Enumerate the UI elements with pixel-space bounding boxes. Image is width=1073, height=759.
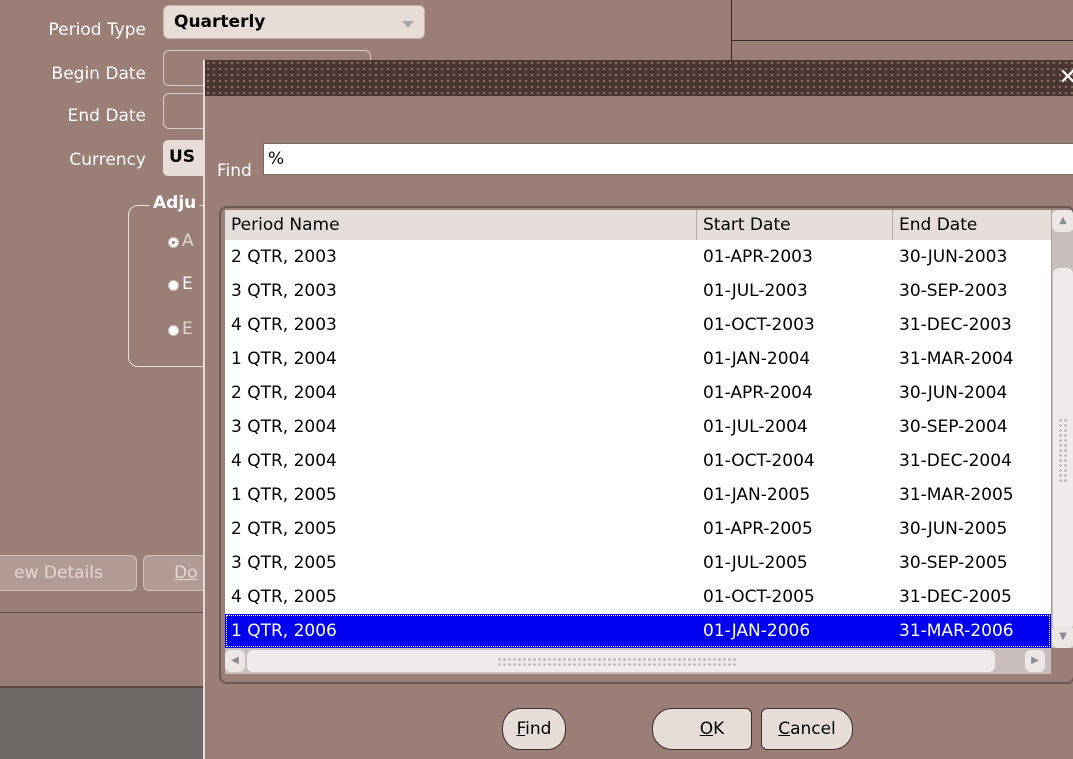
list-row[interactable]: 4 QTR, 2004 01-OCT-2004 31-DEC-2004 bbox=[225, 444, 1051, 478]
row-start-date: 01-OCT-2003 bbox=[703, 315, 815, 335]
row-end-date: 30-SEP-2005 bbox=[899, 553, 1008, 573]
row-period-name: 1 QTR, 2005 bbox=[231, 485, 337, 505]
column-header-end-date[interactable]: End Date bbox=[893, 210, 1051, 240]
begin-date-label: Begin Date bbox=[51, 64, 146, 84]
row-start-date: 01-OCT-2004 bbox=[703, 451, 815, 471]
scroll-down-icon[interactable]: ▼ bbox=[1052, 626, 1073, 648]
period-type-label: Period Type bbox=[48, 20, 146, 40]
list-rows: 2 QTR, 2003 01-APR-2003 30-JUN-2003 3 QTR, … bbox=[225, 240, 1051, 648]
list-row[interactable]: 2 QTR, 2005 01-APR-2005 30-JUN-2005 bbox=[225, 512, 1051, 546]
radio-option-2-label: E bbox=[182, 274, 193, 294]
list-row[interactable]: 4 QTR, 2003 01-OCT-2003 31-DEC-2003 bbox=[225, 308, 1051, 342]
row-start-date: 01-APR-2005 bbox=[703, 519, 813, 539]
row-end-date: 30-SEP-2003 bbox=[899, 281, 1008, 301]
row-end-date: 31-MAR-2005 bbox=[899, 485, 1014, 505]
panel-divider-horizontal bbox=[731, 40, 1073, 41]
dialog-title-bar[interactable]: ✕ bbox=[205, 60, 1073, 96]
list-row[interactable]: 4 QTR, 2005 01-OCT-2005 31-DEC-2005 bbox=[225, 580, 1051, 614]
radio-option-3[interactable] bbox=[168, 325, 179, 336]
radio-option-1[interactable] bbox=[168, 237, 179, 248]
row-start-date: 01-JAN-2006 bbox=[703, 621, 811, 641]
find-label: Find bbox=[217, 161, 252, 181]
row-end-date: 30-JUN-2004 bbox=[899, 383, 1008, 403]
row-start-date: 01-APR-2003 bbox=[703, 247, 813, 267]
radio-option-2[interactable] bbox=[168, 280, 179, 291]
ok-button-label: K bbox=[713, 719, 725, 739]
list-row[interactable]: 3 QTR, 2005 01-JUL-2005 30-SEP-2005 bbox=[225, 546, 1051, 580]
scroll-left-icon[interactable]: ◀ bbox=[225, 650, 245, 672]
row-period-name: 3 QTR, 2005 bbox=[231, 553, 337, 573]
cancel-button[interactable]: Cancel bbox=[761, 708, 853, 750]
dropdown-arrow-icon[interactable] bbox=[402, 21, 414, 28]
list-header: Period Name Start Date End Date bbox=[225, 210, 1051, 240]
results-list: Period Name Start Date End Date 2 QTR, 2… bbox=[219, 206, 1073, 684]
row-end-date: 31-DEC-2003 bbox=[899, 315, 1012, 335]
list-row[interactable]: 1 QTR, 2006 01-JAN-2006 31-MAR-2006 bbox=[225, 614, 1051, 648]
row-start-date: 01-JUL-2005 bbox=[703, 553, 808, 573]
row-end-date: 31-MAR-2006 bbox=[899, 621, 1014, 641]
column-header-period-name[interactable]: Period Name bbox=[225, 210, 697, 240]
scroll-right-icon[interactable]: ▶ bbox=[1025, 650, 1045, 672]
row-end-date: 30-SEP-2004 bbox=[899, 417, 1008, 437]
end-date-label: End Date bbox=[67, 106, 146, 126]
list-row[interactable]: 1 QTR, 2005 01-JAN-2005 31-MAR-2005 bbox=[225, 478, 1051, 512]
horizontal-scrollbar[interactable]: ◀ ▶ bbox=[225, 648, 1051, 674]
form-divider-1 bbox=[0, 612, 210, 613]
list-row[interactable]: 2 QTR, 2004 01-APR-2004 30-JUN-2004 bbox=[225, 376, 1051, 410]
scroll-up-icon[interactable]: ▲ bbox=[1052, 210, 1073, 232]
panel-divider-vertical bbox=[731, 0, 732, 60]
scroll-grip-horizontal bbox=[497, 657, 737, 667]
find-button-label: ind bbox=[525, 719, 552, 739]
row-period-name: 2 QTR, 2005 bbox=[231, 519, 337, 539]
radio-option-3-label: E bbox=[182, 319, 193, 339]
row-period-name: 1 QTR, 2006 bbox=[231, 621, 337, 641]
list-row[interactable]: 1 QTR, 2004 01-JAN-2004 31-MAR-2004 bbox=[225, 342, 1051, 376]
find-button[interactable]: Find bbox=[502, 708, 566, 750]
list-row[interactable]: 2 QTR, 2003 01-APR-2003 30-JUN-2003 bbox=[225, 240, 1051, 274]
row-start-date: 01-JUL-2004 bbox=[703, 417, 808, 437]
row-end-date: 31-DEC-2005 bbox=[899, 587, 1012, 607]
find-input[interactable]: % bbox=[263, 143, 1073, 175]
row-end-date: 30-JUN-2005 bbox=[899, 519, 1008, 539]
row-start-date: 01-JAN-2005 bbox=[703, 485, 811, 505]
cancel-button-label: ancel bbox=[790, 719, 836, 739]
row-start-date: 01-OCT-2005 bbox=[703, 587, 815, 607]
ok-button-mnemonic: O bbox=[699, 719, 714, 739]
row-start-date: 01-APR-2004 bbox=[703, 383, 813, 403]
row-period-name: 2 QTR, 2004 bbox=[231, 383, 337, 403]
period-type-value: Quarterly bbox=[174, 12, 266, 32]
row-period-name: 3 QTR, 2004 bbox=[231, 417, 337, 437]
column-header-start-date[interactable]: Start Date bbox=[697, 210, 893, 240]
radio-option-1-label: A bbox=[182, 231, 194, 251]
row-period-name: 1 QTR, 2004 bbox=[231, 349, 337, 369]
currency-label: Currency bbox=[69, 150, 146, 170]
row-end-date: 31-DEC-2004 bbox=[899, 451, 1012, 471]
row-period-name: 4 QTR, 2003 bbox=[231, 315, 337, 335]
row-period-name: 2 QTR, 2003 bbox=[231, 247, 337, 267]
view-details-button[interactable]: ew Details bbox=[0, 555, 137, 591]
row-end-date: 30-JUN-2003 bbox=[899, 247, 1008, 267]
row-period-name: 4 QTR, 2004 bbox=[231, 451, 337, 471]
adjustment-group-label: Adju bbox=[150, 193, 200, 213]
row-start-date: 01-JUL-2003 bbox=[703, 281, 808, 301]
row-period-name: 4 QTR, 2005 bbox=[231, 587, 337, 607]
close-icon[interactable]: ✕ bbox=[1059, 60, 1073, 96]
vertical-scrollbar[interactable]: ▲ ▼ bbox=[1051, 210, 1073, 648]
cancel-button-mnemonic: C bbox=[778, 719, 791, 739]
status-bar bbox=[0, 688, 205, 759]
row-start-date: 01-JAN-2004 bbox=[703, 349, 811, 369]
period-type-select[interactable]: Quarterly bbox=[163, 5, 425, 39]
ok-button[interactable]: OK bbox=[652, 708, 752, 750]
list-row[interactable]: 3 QTR, 2004 01-JUL-2004 30-SEP-2004 bbox=[225, 410, 1051, 444]
scroll-grip bbox=[1058, 418, 1068, 482]
row-period-name: 3 QTR, 2003 bbox=[231, 281, 337, 301]
list-row[interactable]: 3 QTR, 2003 01-JUL-2003 30-SEP-2003 bbox=[225, 274, 1051, 308]
list-of-values-dialog: ✕ Find % Period Name Start Date End Date… bbox=[203, 60, 1073, 759]
horizontal-scroll-thumb[interactable] bbox=[247, 650, 995, 672]
find-button-mnemonic: F bbox=[516, 719, 526, 739]
vertical-scroll-thumb[interactable] bbox=[1053, 268, 1073, 630]
row-end-date: 31-MAR-2004 bbox=[899, 349, 1014, 369]
